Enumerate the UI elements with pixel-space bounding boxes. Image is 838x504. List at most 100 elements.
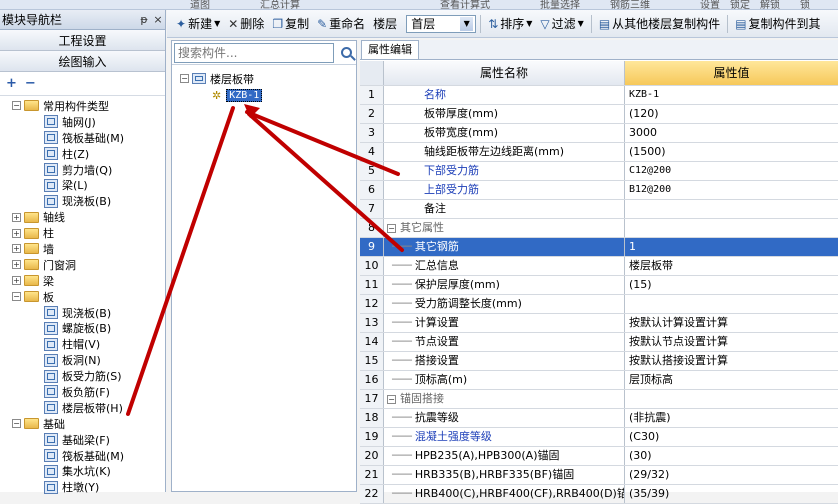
expand-icon[interactable]: +	[12, 228, 21, 238]
property-row[interactable]: 21 ─── HRB335(B),HRBF335(BF)锚固 (29/32)	[360, 466, 838, 485]
property-value-cell[interactable]	[625, 219, 838, 237]
property-row[interactable]: 5 下部受力筋 C12@200	[360, 162, 838, 181]
property-row[interactable]: 10 ─── 汇总信息 楼层板带	[360, 257, 838, 276]
property-row[interactable]: 22 ─── HRB400(C),HRBF400(CF),RRB400(D)锚固 (3…	[360, 485, 838, 504]
property-row[interactable]: 6 上部受力筋 B12@200	[360, 181, 838, 200]
nav-tree-item[interactable]: + 梁	[0, 273, 165, 289]
component-tree-item[interactable]: ✲ KZB-1	[180, 87, 356, 104]
property-value-cell[interactable]: (1500)	[625, 143, 838, 161]
nav-tree-item[interactable]: + 墙	[0, 241, 165, 257]
nav-tree-item[interactable]: 板负筋(F)	[0, 384, 165, 400]
property-row[interactable]: 18 ─── 抗震等级 (非抗震)	[360, 409, 838, 428]
property-row[interactable]: 13 ─── 计算设置 按默认计算设置计算	[360, 314, 838, 333]
expand-icon[interactable]: +	[12, 260, 21, 270]
property-value-cell[interactable]: (30)	[625, 447, 838, 465]
property-value-cell[interactable]: 3000	[625, 124, 838, 142]
nav-tree-item[interactable]: 柱(Z)	[0, 146, 165, 162]
nav-tree-item[interactable]: 基础梁(F)	[0, 432, 165, 448]
expand-icon[interactable]: +	[12, 212, 21, 222]
collapse-icon[interactable]: −	[12, 419, 21, 429]
property-value-cell[interactable]: (非抗震)	[625, 409, 838, 427]
floor-select[interactable]: 首层 ▼	[406, 14, 477, 33]
property-value-cell[interactable]: 层顶标高	[625, 371, 838, 389]
nav-tree-item[interactable]: 柱帽(V)	[0, 336, 165, 352]
top-strip-item[interactable]: 钢筋三维	[610, 0, 650, 9]
drawing-input-button[interactable]: 绘图输入	[0, 51, 165, 72]
nav-tree-item[interactable]: 现浇板(B)	[0, 193, 165, 209]
property-row[interactable]: 20 ─── HPB235(A),HPB300(A)锚固 (30)	[360, 447, 838, 466]
property-value-cell[interactable]: (29/32)	[625, 466, 838, 484]
nav-tree-item[interactable]: 楼层板带(H)	[0, 400, 165, 416]
sort-button[interactable]: ⇅ 排序 ▼	[485, 13, 535, 35]
property-row[interactable]: 12 ─── 受力筋调整长度(mm)	[360, 295, 838, 314]
nav-tree-item[interactable]: 筏板基础(M)	[0, 130, 165, 146]
property-row[interactable]: 1 名称 KZB-1	[360, 86, 838, 105]
collapse-icon[interactable]: −	[387, 394, 396, 404]
collapse-icon[interactable]: −	[12, 101, 21, 111]
project-settings-button[interactable]: 工程设置	[0, 30, 165, 51]
copy-button[interactable]: ❐ 复制	[269, 13, 312, 35]
property-row[interactable]: 15 ─── 搭接设置 按默认搭接设置计算	[360, 352, 838, 371]
nav-tree-item[interactable]: 柱墩(Y)	[0, 479, 165, 495]
property-value-cell[interactable]	[625, 200, 838, 218]
property-row[interactable]: 7 备注	[360, 200, 838, 219]
pin-icon[interactable]: ᵽ	[137, 13, 151, 26]
rename-button[interactable]: ✎ 重命名	[314, 13, 368, 35]
nav-tree-item[interactable]: 板洞(N)	[0, 352, 165, 368]
top-strip-item[interactable]: 汇总计算	[260, 0, 300, 9]
collapse-icon[interactable]: −	[180, 74, 189, 83]
property-row[interactable]: 14 ─── 节点设置 按默认节点设置计算	[360, 333, 838, 352]
top-strip-item[interactable]: 设置	[700, 0, 720, 9]
nav-tree-item[interactable]: 梁(L)	[0, 177, 165, 193]
new-button[interactable]: ✦ 新建 ▼	[173, 13, 223, 35]
nav-tree-item[interactable]: 筏板基础(M)	[0, 448, 165, 464]
property-row[interactable]: 11 ─── 保护层厚度(mm) (15)	[360, 276, 838, 295]
expand-all-icon[interactable]: +	[6, 76, 17, 91]
top-strip-item[interactable]: 查看计算式	[440, 0, 490, 9]
component-tree-root[interactable]: − 楼层板带	[180, 70, 356, 87]
nav-tree-item[interactable]: 集水坑(K)	[0, 463, 165, 479]
top-strip-item[interactable]: 锁	[800, 0, 810, 9]
property-row[interactable]: 16 ─── 顶标高(m) 层顶标高	[360, 371, 838, 390]
property-value-cell[interactable]: B12@200	[625, 181, 838, 199]
filter-button[interactable]: ▽ 过滤 ▼	[537, 13, 586, 35]
delete-button[interactable]: ✕ 删除	[225, 13, 267, 35]
nav-tree-item[interactable]: + 轴线	[0, 209, 165, 225]
property-row[interactable]: 4 轴线距板带左边线距离(mm) (1500)	[360, 143, 838, 162]
property-value-cell[interactable]: (C30)	[625, 428, 838, 446]
nav-tree-item[interactable]: + 柱	[0, 225, 165, 241]
top-strip-item[interactable]: 解锁	[760, 0, 780, 9]
expand-icon[interactable]: +	[12, 276, 21, 286]
property-value-cell[interactable]: 按默认计算设置计算	[625, 314, 838, 332]
property-value-cell[interactable]: 按默认搭接设置计算	[625, 352, 838, 370]
nav-tree-item[interactable]: − 常用构件类型	[0, 98, 165, 114]
property-value-cell[interactable]: C12@200	[625, 162, 838, 180]
search-input[interactable]: 搜索构件...	[174, 42, 334, 63]
property-row[interactable]: 2 板带厚度(mm) (120)	[360, 105, 838, 124]
collapse-icon[interactable]: −	[12, 292, 21, 302]
property-value-cell[interactable]: 楼层板带	[625, 257, 838, 275]
nav-tree-item[interactable]: − 基础	[0, 416, 165, 432]
property-row[interactable]: 3 板带宽度(mm) 3000	[360, 124, 838, 143]
top-strip-item[interactable]: 道图	[190, 0, 210, 9]
property-value-cell[interactable]: 1	[625, 238, 838, 256]
nav-tree-item[interactable]: − 板	[0, 289, 165, 305]
top-strip-item[interactable]: 批量选择	[540, 0, 580, 9]
copy-to-other-floor-button[interactable]: ▤ 复制构件到其	[732, 13, 823, 35]
collapse-icon[interactable]: −	[387, 223, 396, 233]
close-icon[interactable]: ×	[151, 13, 165, 26]
property-value-cell[interactable]: 按默认节点设置计算	[625, 333, 838, 351]
property-row[interactable]: 8− 其它属性	[360, 219, 838, 238]
property-value-cell[interactable]: (120)	[625, 105, 838, 123]
nav-tree-item[interactable]: 轴网(J)	[0, 114, 165, 130]
property-row[interactable]: 9 ─── 其它钢筋 1	[360, 238, 838, 257]
property-value-cell[interactable]	[625, 390, 838, 408]
nav-tree-item[interactable]: + 门窗洞	[0, 257, 165, 273]
property-value-cell[interactable]: (35/39)	[625, 485, 838, 503]
nav-tree-item[interactable]: 板受力筋(S)	[0, 368, 165, 384]
nav-tree-item[interactable]: 剪力墙(Q)	[0, 162, 165, 178]
property-value-cell[interactable]	[625, 295, 838, 313]
copy-from-other-floor-button[interactable]: ▤ 从其他楼层复制构件	[596, 13, 723, 35]
property-row[interactable]: 17− 锚固搭接	[360, 390, 838, 409]
tab-property-edit[interactable]: 属性编辑	[361, 40, 419, 59]
